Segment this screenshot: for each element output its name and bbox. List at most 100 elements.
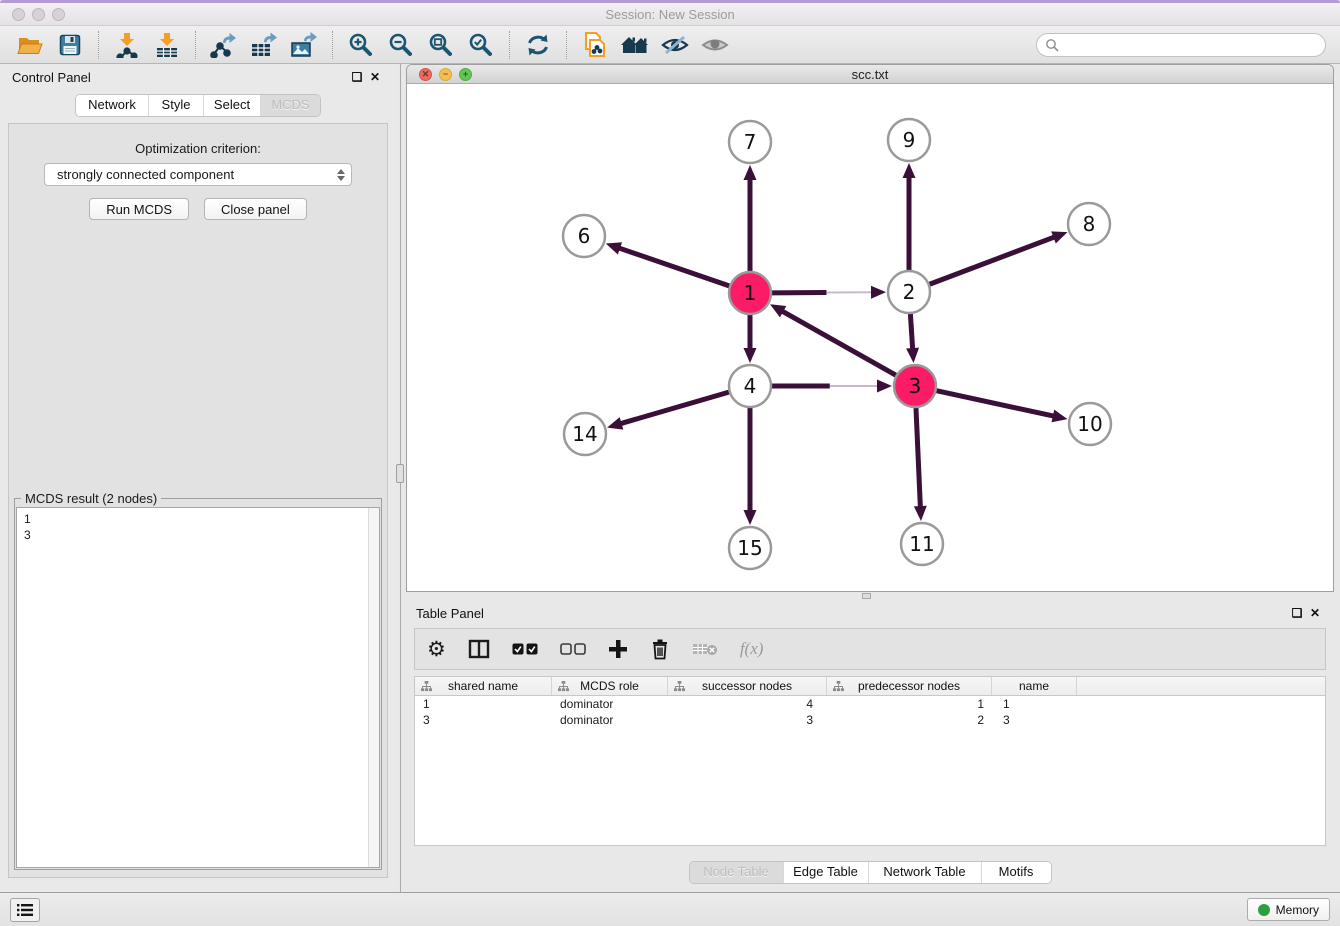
memory-status-icon	[1258, 904, 1270, 916]
search-field[interactable]	[1036, 33, 1326, 57]
control-panel: Control Panel ❑ ✕ Network Style Select M…	[0, 64, 396, 892]
network-view-window: ✕ − + scc.txt 1234678910111415	[406, 64, 1334, 592]
tab-style[interactable]: Style	[148, 95, 203, 116]
select-all-checks-icon[interactable]	[512, 643, 538, 656]
close-panel-button[interactable]: Close panel	[204, 198, 307, 220]
svg-text:8: 8	[1083, 212, 1096, 236]
result-line: 3	[24, 527, 368, 543]
control-panel-tabs: Network Style Select MCDS	[0, 94, 396, 117]
float-panel-icon[interactable]: ❑	[1288, 605, 1306, 621]
column-header-successor-nodes[interactable]: successor nodes	[668, 677, 827, 695]
export-image-icon[interactable]	[284, 29, 324, 61]
table-row[interactable]: 3 dominator 3 2 3	[415, 712, 1325, 728]
delete-column-icon	[692, 641, 718, 657]
network-graph[interactable]: 1234678910111415	[407, 84, 1333, 588]
column-header-name[interactable]: name	[992, 677, 1077, 695]
import-table-icon[interactable]	[147, 29, 187, 61]
node-table: shared name MCDS role successor nodes	[414, 676, 1326, 846]
column-header-predecessor-nodes[interactable]: predecessor nodes	[827, 677, 992, 695]
svg-text:1: 1	[744, 281, 757, 305]
memory-button[interactable]: Memory	[1247, 898, 1330, 921]
criterion-select[interactable]: strongly connected component	[44, 163, 352, 186]
split-columns-icon[interactable]	[468, 639, 490, 659]
mcds-panel: Optimization criterion: strongly connect…	[8, 123, 388, 878]
float-panel-icon[interactable]: ❑	[348, 69, 366, 85]
result-scrollbar[interactable]	[368, 508, 379, 867]
tab-mcds[interactable]: MCDS	[260, 95, 320, 116]
svg-text:11: 11	[909, 532, 934, 556]
duplicate-network-icon[interactable]	[575, 29, 615, 61]
svg-text:6: 6	[578, 224, 591, 248]
control-panel-header: Control Panel ❑ ✕	[0, 64, 396, 90]
tab-node-table[interactable]: Node Table	[690, 862, 783, 883]
vertical-splitter[interactable]	[396, 64, 406, 892]
application-window: Session: New Session	[0, 0, 1340, 926]
tab-network-table[interactable]: Network Table	[868, 862, 981, 883]
save-icon[interactable]	[50, 29, 90, 61]
close-panel-icon[interactable]: ✕	[1306, 605, 1324, 621]
eye-slash-icon[interactable]	[655, 29, 695, 61]
run-mcds-button[interactable]: Run MCDS	[89, 198, 189, 220]
network-canvas[interactable]: 1234678910111415	[407, 84, 1333, 591]
mcds-result-title: MCDS result (2 nodes)	[21, 491, 161, 506]
criterion-value: strongly connected component	[57, 167, 337, 182]
search-icon	[1045, 38, 1059, 52]
result-line: 1	[24, 511, 368, 527]
tab-edge-table[interactable]: Edge Table	[783, 862, 868, 883]
task-history-button[interactable]	[10, 898, 40, 922]
window-titlebar: Session: New Session	[0, 3, 1340, 26]
home-icon[interactable]	[615, 29, 655, 61]
table-panel-title: Table Panel	[416, 606, 484, 621]
close-panel-icon[interactable]: ✕	[366, 69, 384, 85]
list-icon	[16, 902, 34, 918]
mcds-result-list[interactable]: 1 3	[17, 508, 368, 867]
toolbar-separator	[98, 31, 99, 59]
horizontal-splitter[interactable]	[406, 592, 1334, 600]
refresh-icon[interactable]	[518, 29, 558, 61]
optimization-criterion-label: Optimization criterion:	[9, 141, 387, 156]
zoom-fit-icon[interactable]	[421, 29, 461, 61]
column-header-mcds-role[interactable]: MCDS role	[552, 677, 668, 695]
svg-text:3: 3	[909, 374, 922, 398]
tree-icon	[833, 681, 844, 692]
tab-select[interactable]: Select	[203, 95, 260, 116]
svg-text:10: 10	[1077, 412, 1102, 436]
deselect-all-checks-icon[interactable]	[560, 643, 586, 656]
search-input[interactable]	[1064, 36, 1317, 54]
svg-text:15: 15	[737, 536, 762, 560]
memory-label: Memory	[1276, 903, 1319, 917]
splitter-handle[interactable]	[396, 464, 404, 483]
tab-network[interactable]: Network	[76, 95, 148, 116]
function-icon: f(x)	[740, 639, 764, 659]
delete-icon[interactable]	[650, 638, 670, 660]
control-panel-title: Control Panel	[12, 70, 91, 85]
add-column-icon[interactable]	[608, 639, 628, 659]
splitter-handle[interactable]	[862, 593, 871, 599]
tree-icon	[674, 681, 685, 692]
svg-text:9: 9	[903, 128, 916, 152]
zoom-out-icon[interactable]	[381, 29, 421, 61]
network-window-titlebar[interactable]: ✕ − + scc.txt	[407, 65, 1333, 84]
export-table-icon[interactable]	[244, 29, 284, 61]
zoom-selected-icon[interactable]	[461, 29, 501, 61]
svg-text:7: 7	[744, 130, 757, 154]
gear-icon[interactable]: ⚙	[427, 639, 446, 660]
tab-motifs[interactable]: Motifs	[981, 862, 1051, 883]
eye-icon[interactable]	[695, 29, 735, 61]
table-toolbar: ⚙	[414, 628, 1326, 670]
column-header-shared-name[interactable]: shared name	[415, 677, 552, 695]
toolbar-separator	[566, 31, 567, 59]
tree-icon	[421, 681, 432, 692]
export-network-icon[interactable]	[204, 29, 244, 61]
svg-text:2: 2	[903, 280, 916, 304]
table-panel: Table Panel ❑ ✕ ⚙	[406, 600, 1334, 892]
table-header-row: shared name MCDS role successor nodes	[415, 677, 1325, 696]
open-folder-icon[interactable]	[10, 29, 50, 61]
zoom-in-icon[interactable]	[341, 29, 381, 61]
table-row[interactable]: 1 dominator 4 1 1	[415, 696, 1325, 712]
mcds-result-box: MCDS result (2 nodes) 1 3	[14, 498, 382, 870]
window-title: Session: New Session	[0, 7, 1340, 22]
svg-text:14: 14	[572, 422, 597, 446]
main-area: Control Panel ❑ ✕ Network Style Select M…	[0, 64, 1340, 892]
import-network-icon[interactable]	[107, 29, 147, 61]
